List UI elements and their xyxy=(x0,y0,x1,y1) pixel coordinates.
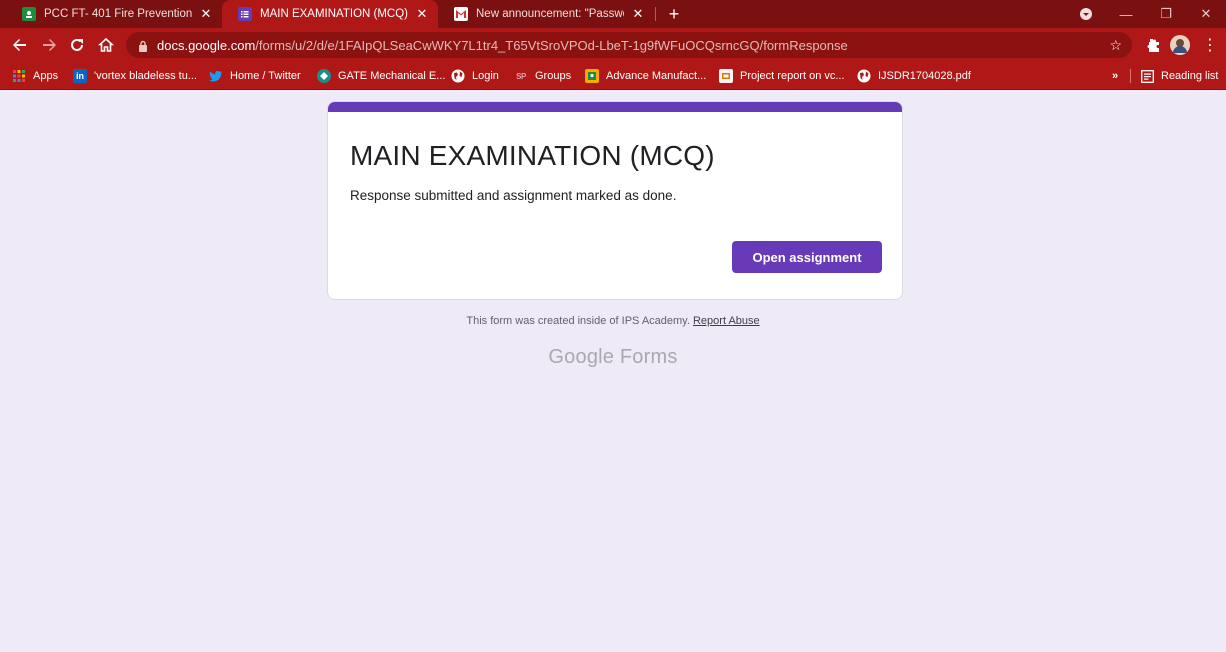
profile-menu-icon[interactable] xyxy=(1066,0,1106,28)
bookmark-gate[interactable]: GATE Mechanical E... xyxy=(317,67,445,85)
tab-strip: PCC FT- 401 Fire Prevention & Pr ✕ MAIN … xyxy=(0,0,1226,28)
lock-icon[interactable] xyxy=(138,39,148,52)
bookmark-ijsdr-pdf[interactable]: IJSDR1704028.pdf xyxy=(857,67,971,85)
google-forms-logo[interactable]: Google Forms xyxy=(0,346,1226,369)
reading-list-icon xyxy=(1140,69,1154,83)
tab-classroom[interactable]: PCC FT- 401 Fire Prevention & Pr ✕ xyxy=(6,0,222,28)
gate-icon xyxy=(317,69,331,83)
bookmark-star-icon[interactable]: ☆ xyxy=(1109,37,1122,54)
restore-icon[interactable]: ❐ xyxy=(1146,0,1186,28)
reload-icon[interactable] xyxy=(65,33,89,57)
new-tab-button[interactable]: + xyxy=(664,4,684,24)
globe-icon xyxy=(451,69,465,83)
close-icon[interactable]: ✕ xyxy=(414,6,430,22)
more-bookmarks-button[interactable]: » xyxy=(1112,67,1118,85)
bookmark-twitter[interactable]: Home / Twitter xyxy=(209,67,301,85)
bookmark-separator xyxy=(1130,69,1131,83)
bookmark-label: Project report on vc... xyxy=(740,70,845,82)
bookmark-label: Apps xyxy=(33,70,59,82)
forward-icon[interactable] xyxy=(37,33,61,57)
bookmark-label: Advance Manufact... xyxy=(606,70,707,82)
tab-title: New announcement: "Password f xyxy=(476,8,624,20)
form-footer: This form was created inside of IPS Acad… xyxy=(0,315,1226,327)
back-icon[interactable] xyxy=(8,33,32,57)
open-assignment-button[interactable]: Open assignment xyxy=(732,241,882,273)
menu-kebab-icon[interactable]: ⋮ xyxy=(1198,33,1222,57)
minimize-icon[interactable]: — xyxy=(1106,0,1146,28)
bookmarks-bar: Apps in 'vortex bladeless tu... Home / T… xyxy=(0,62,1226,90)
bookmark-label: IJSDR1704028.pdf xyxy=(878,70,971,82)
linkedin-icon: in xyxy=(73,69,87,83)
apps-grid-icon xyxy=(12,69,26,83)
bookmark-label: Login xyxy=(472,70,499,82)
bookmark-label: 'vortex bladeless tu... xyxy=(94,70,197,82)
classroom-icon xyxy=(585,69,599,83)
report-abuse-link[interactable]: Report Abuse xyxy=(693,315,760,327)
tab-title: MAIN EXAMINATION (MCQ) xyxy=(260,8,408,20)
form-title: MAIN EXAMINATION (MCQ) xyxy=(350,140,715,171)
bookmark-apps[interactable]: Apps xyxy=(12,67,58,85)
browser-toolbar: docs.google.com/forms/u/2/d/e/1FAIpQLSea… xyxy=(0,28,1226,62)
tab-gmail[interactable]: New announcement: "Password f ✕ xyxy=(438,0,654,28)
address-bar[interactable]: docs.google.com/forms/u/2/d/e/1FAIpQLSea… xyxy=(126,32,1132,58)
url-text: docs.google.com/forms/u/2/d/e/1FAIpQLSea… xyxy=(157,38,848,53)
confirmation-message: Response submitted and assignment marked… xyxy=(350,188,677,203)
tab-title: PCC FT- 401 Fire Prevention & Pr xyxy=(44,8,192,20)
reading-list-label: Reading list xyxy=(1161,70,1219,82)
avatar[interactable] xyxy=(1168,33,1192,57)
close-icon[interactable]: ✕ xyxy=(630,6,646,22)
globe-icon xyxy=(857,69,871,83)
sp-icon: SP xyxy=(516,71,526,81)
slides-icon xyxy=(719,69,733,83)
url-path: /forms/u/2/d/e/1FAIpQLSeaCwWKY7L1tr4_T65… xyxy=(255,37,848,53)
bookmark-advance-manufacturing[interactable]: Advance Manufact... xyxy=(585,67,706,85)
bookmark-label: Home / Twitter xyxy=(230,70,301,82)
tab-separator xyxy=(655,7,656,21)
close-icon[interactable]: ✕ xyxy=(198,6,214,22)
home-icon[interactable] xyxy=(94,33,118,57)
form-response-card: MAIN EXAMINATION (MCQ) Response submitte… xyxy=(327,101,903,300)
bookmark-label: Groups xyxy=(535,70,572,82)
bookmark-label: GATE Mechanical E... xyxy=(338,70,446,82)
forms-icon xyxy=(238,7,252,21)
reading-list-button[interactable]: Reading list xyxy=(1140,67,1218,85)
footer-text: This form was created inside of IPS Acad… xyxy=(466,315,690,327)
form-accent-bar xyxy=(328,102,902,112)
bookmark-groups[interactable]: SP Groups xyxy=(514,67,571,85)
brand-forms: Forms xyxy=(619,346,678,368)
bookmark-project-report[interactable]: Project report on vc... xyxy=(719,67,845,85)
close-window-icon[interactable]: ✕ xyxy=(1186,0,1226,28)
classroom-icon xyxy=(22,7,36,21)
bookmark-vortex[interactable]: in 'vortex bladeless tu... xyxy=(73,67,197,85)
twitter-icon xyxy=(209,69,223,83)
bookmark-login[interactable]: Login xyxy=(451,67,499,85)
gmail-icon xyxy=(454,7,468,21)
tab-main-examination[interactable]: MAIN EXAMINATION (MCQ) ✕ xyxy=(222,0,438,28)
brand-google: Google xyxy=(548,346,615,368)
url-host: docs.google.com xyxy=(157,37,256,53)
extensions-icon[interactable] xyxy=(1140,33,1164,57)
